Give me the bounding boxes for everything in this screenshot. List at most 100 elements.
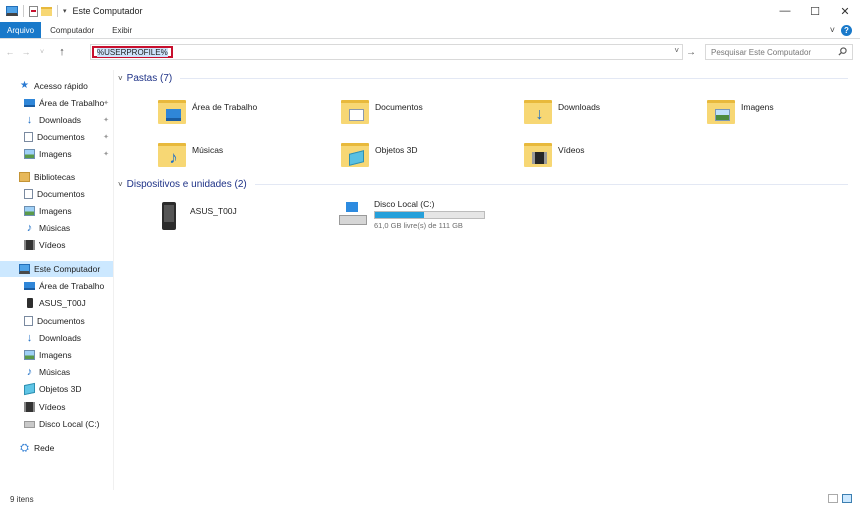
sidebar-item-label: Objetos 3D — [39, 384, 82, 394]
folder-label: Vídeos — [558, 145, 585, 155]
music-icon: ♪ — [169, 148, 178, 167]
sidebar-item-rede[interactable]: ⛭ Rede — [0, 440, 113, 456]
navigation-pane: ★ Acesso rápido Área de Trabalho ✦ ↓ Dow… — [0, 70, 114, 490]
disk-icon — [24, 420, 35, 428]
sidebar-item-musicas[interactable]: ♪ Músicas — [0, 220, 113, 236]
folder-area-de-trabalho[interactable]: Área de Trabalho — [158, 94, 257, 130]
new-folder-icon[interactable] — [41, 6, 52, 16]
sidebar-item-imagens[interactable]: Imagens — [0, 347, 113, 363]
details-view-button[interactable] — [828, 494, 838, 503]
sidebar-item-label: Imagens — [39, 149, 72, 159]
recent-locations-button[interactable]: ˅ — [36, 44, 48, 60]
group-divider — [254, 183, 848, 185]
document-icon — [24, 132, 33, 142]
forward-button[interactable]: → — [20, 44, 32, 60]
minimize-button[interactable]: — — [770, 0, 800, 22]
sidebar-item-label: Músicas — [39, 223, 71, 233]
sidebar-item-downloads[interactable]: ↓ Downloads ✦ — [0, 112, 113, 128]
sidebar-item-musicas[interactable]: ♪ Músicas — [0, 364, 113, 380]
expand-ribbon-button[interactable]: ˅ — [830, 25, 835, 35]
folder-icon — [341, 100, 369, 124]
sidebar-item-area-de-trabalho[interactable]: Área de Trabalho — [0, 278, 113, 294]
go-button[interactable]: → — [686, 47, 696, 58]
pin-icon: ✦ — [103, 117, 109, 124]
sidebar-item-label: Downloads — [39, 333, 82, 343]
sidebar-item-label: Imagens — [39, 206, 72, 216]
content-pane: ˅ Pastas (7) Área de Trabalho Documentos… — [118, 70, 858, 490]
pin-icon: ✦ — [103, 100, 109, 107]
folder-label: Músicas — [192, 145, 224, 155]
folder-label: Objetos 3D — [375, 145, 418, 155]
folder-label: Downloads — [558, 102, 601, 112]
window-controls: — ☐ ✕ — [770, 0, 860, 22]
folder-musicas[interactable]: ♪ Músicas — [158, 137, 223, 173]
search-input[interactable]: Pesquisar Este Computador — [705, 44, 853, 60]
maximize-button[interactable]: ☐ — [800, 0, 830, 22]
properties-icon[interactable] — [29, 5, 38, 17]
device-asus-t00j[interactable]: ASUS_T00J — [152, 198, 237, 234]
tab-arquivo[interactable]: Arquivo — [0, 22, 42, 38]
back-button[interactable]: ← — [4, 44, 16, 60]
sidebar-item-documentos[interactable]: Documentos — [0, 186, 113, 202]
sidebar-item-asus-t00j[interactable]: ASUS_T00J — [0, 295, 113, 311]
sidebar-item-area-de-trabalho[interactable]: Área de Trabalho ✦ — [0, 95, 113, 111]
toolbar-separator — [57, 5, 58, 17]
folder-objetos-3d[interactable]: Objetos 3D — [341, 137, 418, 173]
address-dropdown-button[interactable]: ˅ — [674, 46, 679, 55]
document-icon — [349, 109, 364, 121]
download-icon: ↓ — [26, 332, 33, 344]
sidebar-item-label: Este Computador — [34, 264, 101, 274]
sidebar-item-label: Área de Trabalho — [39, 98, 105, 108]
sidebar-item-bibliotecas[interactable]: Bibliotecas — [0, 169, 113, 185]
chevron-down-icon[interactable]: ˅ — [118, 74, 123, 83]
group-header-dispositivos[interactable]: ˅ Dispositivos e unidades (2) — [118, 176, 848, 192]
video-icon — [532, 152, 547, 164]
group-header-pastas[interactable]: ˅ Pastas (7) — [118, 70, 848, 86]
sidebar-item-documentos[interactable]: Documentos ✦ — [0, 129, 113, 145]
device-disco-local[interactable]: Disco Local (C:) 61,0 GB livre(s) de 111… — [338, 196, 485, 232]
disk-usage-bar — [374, 210, 485, 219]
sidebar-item-label: Vídeos — [39, 240, 66, 250]
sidebar-item-objetos-3d[interactable]: Objetos 3D — [0, 381, 113, 397]
folder-icon: ♪ — [158, 143, 186, 167]
tab-computador[interactable]: Computador — [41, 22, 103, 38]
document-icon — [24, 189, 33, 199]
sidebar-item-videos[interactable]: Vídeos — [0, 237, 113, 253]
sidebar-item-imagens[interactable]: Imagens ✦ — [0, 146, 113, 162]
sidebar-item-downloads[interactable]: ↓ Downloads — [0, 330, 113, 346]
address-bar[interactable]: %USERPROFILE% ˅ — [90, 44, 683, 60]
folder-videos[interactable]: Vídeos — [524, 137, 584, 173]
search-icon[interactable] — [838, 47, 847, 58]
pin-icon: ✦ — [103, 134, 109, 141]
up-button[interactable]: ↑ — [56, 44, 68, 60]
sidebar-item-disco-local[interactable]: Disco Local (C:) — [0, 416, 113, 432]
folder-icon: ↓ — [524, 100, 552, 124]
sidebar-item-acesso-rapido[interactable]: ★ Acesso rápido — [0, 78, 113, 94]
chevron-down-icon[interactable]: ˅ — [118, 180, 123, 189]
sidebar-item-label: Documentos — [37, 316, 85, 326]
close-button[interactable]: ✕ — [830, 0, 860, 22]
computer-icon — [6, 6, 18, 16]
folder-documentos[interactable]: Documentos — [341, 94, 423, 130]
sidebar-item-documentos[interactable]: Documentos — [0, 313, 113, 329]
window-title: Este Computador — [72, 6, 143, 16]
sidebar-item-label: Bibliotecas — [34, 172, 76, 182]
image-icon — [24, 206, 35, 216]
folder-downloads[interactable]: ↓ Downloads — [524, 94, 600, 130]
computer-icon — [19, 264, 30, 274]
disk-usage-fill — [375, 211, 425, 218]
pin-icon: ✦ — [103, 151, 109, 158]
download-icon: ↓ — [26, 114, 33, 126]
folder-imagens[interactable]: Imagens — [707, 94, 774, 130]
sidebar-item-este-computador[interactable]: Este Computador — [0, 261, 113, 277]
folder-icon — [524, 143, 552, 167]
sidebar-item-label: Downloads — [39, 115, 82, 125]
sidebar-item-imagens[interactable]: Imagens — [0, 203, 113, 219]
music-icon: ♪ — [26, 222, 33, 234]
customize-toolbar-icon[interactable]: ▾ — [63, 7, 67, 15]
address-input[interactable]: %USERPROFILE% — [92, 46, 173, 58]
tab-exibir[interactable]: Exibir — [103, 22, 141, 38]
sidebar-item-videos[interactable]: Vídeos — [0, 399, 113, 415]
large-icons-view-button[interactable] — [842, 494, 852, 503]
help-icon[interactable]: ? — [841, 24, 852, 36]
